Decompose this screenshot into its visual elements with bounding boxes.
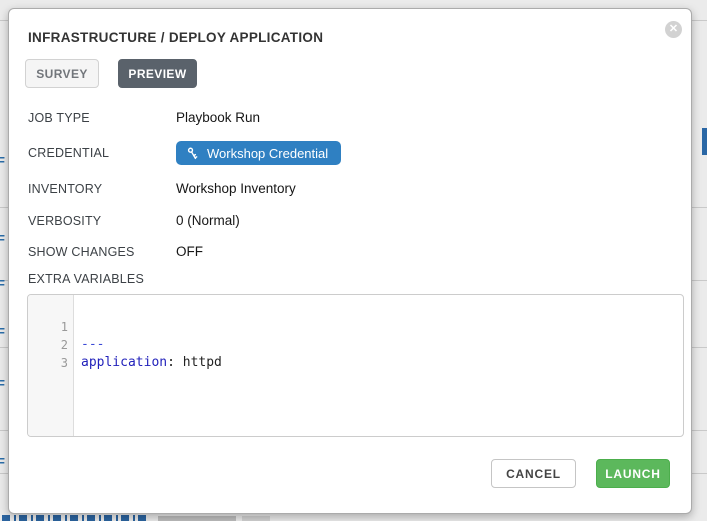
code-line: 1 --- bbox=[28, 300, 683, 318]
backdrop-clipped-chip bbox=[242, 516, 270, 521]
verbosity-value: 0 (Normal) bbox=[176, 213, 240, 228]
code-line: 2 application: httpd bbox=[28, 318, 683, 336]
credential-badge[interactable]: Workshop Credential bbox=[176, 141, 341, 165]
backdrop-highlight-fragment bbox=[702, 128, 707, 155]
extra-variables-label: EXTRA VARIABLES bbox=[28, 272, 144, 286]
tab-survey[interactable]: SURVEY bbox=[25, 59, 99, 88]
deploy-application-modal: INFRASTRUCTURE / DEPLOY APPLICATION ✕ SU… bbox=[8, 8, 692, 514]
close-icon[interactable]: ✕ bbox=[665, 21, 682, 38]
key-icon bbox=[186, 147, 199, 160]
launch-button[interactable]: LAUNCH bbox=[596, 459, 670, 488]
backdrop-text-fragment: F bbox=[0, 456, 7, 469]
backdrop-clipped-link-text bbox=[2, 515, 147, 521]
verbosity-label: VERBOSITY bbox=[28, 214, 101, 228]
backdrop-text-fragment: F bbox=[0, 278, 7, 291]
job-type-value: Playbook Run bbox=[176, 110, 260, 125]
inventory-label: INVENTORY bbox=[28, 182, 102, 196]
backdrop-text-fragment: F bbox=[0, 233, 7, 246]
backdrop-clipped-chip bbox=[158, 516, 236, 521]
tab-preview[interactable]: PREVIEW bbox=[118, 59, 197, 88]
line-number: 3 bbox=[28, 354, 68, 372]
backdrop-text-fragment: F bbox=[0, 155, 7, 168]
line-number: 1 bbox=[28, 318, 68, 336]
credential-badge-label: Workshop Credential bbox=[207, 146, 328, 161]
backdrop-text-fragment: F bbox=[0, 326, 7, 339]
modal-title: INFRASTRUCTURE / DEPLOY APPLICATION bbox=[28, 30, 323, 45]
credential-label: CREDENTIAL bbox=[28, 146, 109, 160]
job-type-label: JOB TYPE bbox=[28, 111, 90, 125]
cancel-button[interactable]: CANCEL bbox=[491, 459, 576, 488]
backdrop-text-fragment: F bbox=[0, 378, 7, 391]
show-changes-label: SHOW CHANGES bbox=[28, 245, 135, 259]
line-number: 2 bbox=[28, 336, 68, 354]
extra-variables-editor[interactable]: 1 --- 2 application: httpd 3 bbox=[27, 294, 684, 437]
show-changes-value: OFF bbox=[176, 244, 203, 259]
inventory-value: Workshop Inventory bbox=[176, 181, 296, 196]
